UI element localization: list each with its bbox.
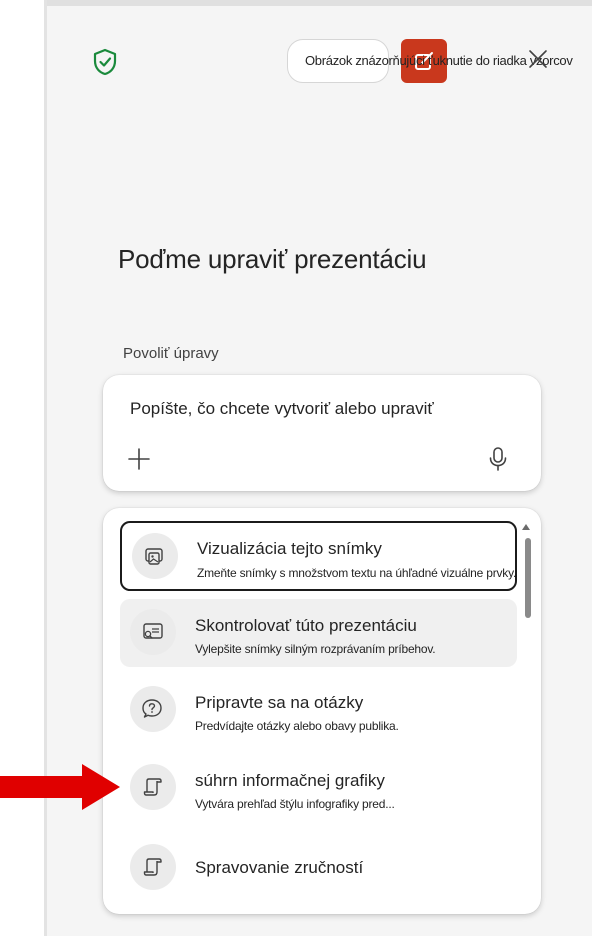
- suggestion-item-infographic[interactable]: súhrn informačnej grafiky Vytvára prehľa…: [120, 754, 517, 822]
- suggestion-desc: Vytvára prehľad štýlu infografiky pred..…: [195, 797, 395, 811]
- plus-icon: [128, 448, 150, 470]
- suggestions-list: Vizualizácia tejto snímky Zmeňte snímky …: [103, 508, 541, 914]
- suggestion-desc: Vylepšite snímky silným rozprávaním príb…: [195, 642, 436, 656]
- suggestion-item-skills[interactable]: Spravovanie zručností: [120, 834, 517, 902]
- scroll-icon: [130, 844, 176, 890]
- shield-check-icon: [93, 48, 117, 76]
- add-attachment-button[interactable]: [125, 445, 153, 473]
- mode-label: Povoliť úpravy: [123, 345, 219, 362]
- suggestion-title: Skontrolovať túto prezentáciu: [195, 616, 417, 635]
- suggestion-item-visualize[interactable]: Vizualizácia tejto snímky Zmeňte snímky …: [120, 521, 517, 591]
- suggestion-desc: Predvídajte otázky alebo obavy publika.: [195, 719, 399, 733]
- red-arrow-annotation: [0, 764, 120, 810]
- suggestion-title: Vizualizácia tejto snímky: [197, 539, 382, 558]
- prompt-input-card[interactable]: Popíšte, čo chcete vytvoriť alebo upravi…: [103, 375, 541, 491]
- slide-review-icon: [130, 609, 176, 655]
- suggestion-desc: Zmeňte snímky s množstvom textu na úhľad…: [197, 566, 517, 580]
- microphone-button[interactable]: [485, 445, 511, 473]
- microphone-icon: [489, 447, 507, 471]
- image-slide-icon: [132, 533, 178, 579]
- suggestion-title: Spravovanie zručností: [195, 858, 364, 877]
- scroll-icon: [130, 764, 176, 810]
- close-icon[interactable]: [527, 48, 549, 70]
- suggestion-item-questions[interactable]: Pripravte sa na otázky Predvídajte otázk…: [120, 676, 517, 744]
- suggestion-item-review[interactable]: Skontrolovať túto prezentáciu Vylepšite …: [120, 599, 517, 667]
- page-title: Poďme upraviť prezentáciu: [118, 244, 427, 274]
- chat-question-icon: [130, 686, 176, 732]
- suggestion-title: súhrn informačnej grafiky: [195, 771, 385, 790]
- scroll-up-arrow[interactable]: [522, 524, 530, 530]
- scrollbar-thumb[interactable]: [525, 538, 531, 618]
- prompt-input[interactable]: Popíšte, čo chcete vytvoriť alebo upravi…: [130, 399, 434, 419]
- suggestion-title: Pripravte sa na otázky: [195, 693, 364, 712]
